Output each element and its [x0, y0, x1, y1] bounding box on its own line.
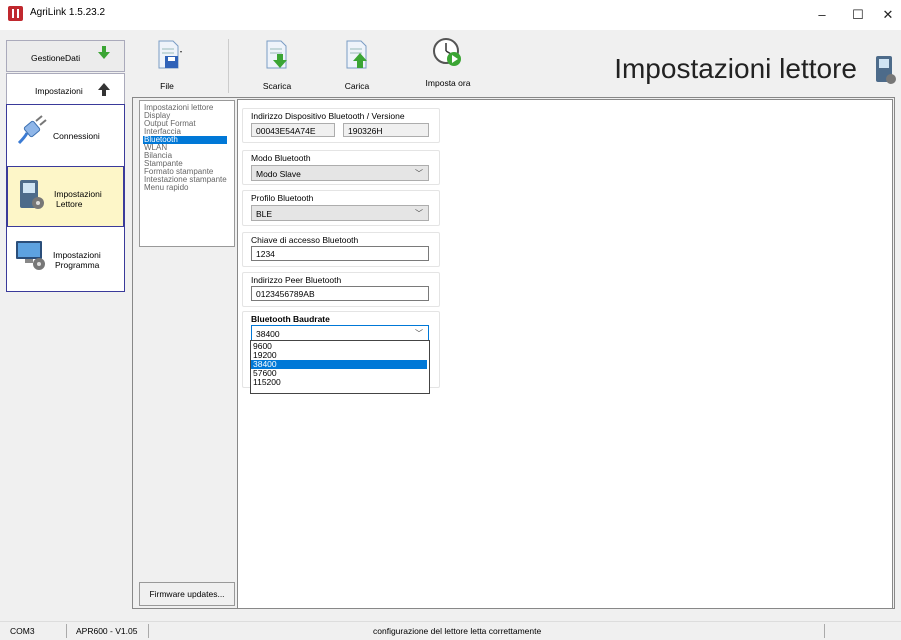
- bt-access-key-input[interactable]: 1234: [251, 246, 429, 261]
- baudrate-dropdown-list: 9600 19200 38400 57600 115200: [250, 340, 430, 394]
- profile-group: Profilo Bluetooth BLE ﹀: [242, 190, 440, 226]
- status-port: COM3: [10, 626, 35, 636]
- status-message: configurazione del lettore letta corrett…: [373, 626, 542, 636]
- mode-group: Modo Bluetooth Modo Slave ﹀: [242, 150, 440, 185]
- close-button[interactable]: ✕: [870, 0, 901, 30]
- nav-card-label-line1: Impostazioni: [54, 189, 102, 199]
- tab-label: GestioneDati: [31, 53, 81, 63]
- group-title: Profilo Bluetooth: [251, 193, 314, 203]
- minimize-button[interactable]: –: [804, 0, 840, 30]
- file-button[interactable]: File: [143, 35, 191, 97]
- title-bar: AgriLink 1.5.23.2 – ☐ ✕: [0, 0, 901, 30]
- bt-address-field: 00043E54A74E: [251, 123, 335, 137]
- file-save-icon: [158, 40, 182, 69]
- bt-mode-value: Modo Slave: [256, 169, 301, 179]
- arrow-down-icon: [98, 46, 110, 59]
- window-title: AgriLink 1.5.23.2: [30, 7, 106, 18]
- nav-card-label: Connessioni: [53, 131, 100, 141]
- tab-impostazioni[interactable]: Impostazioni: [6, 73, 125, 105]
- download-icon: [266, 40, 287, 69]
- status-device: APR600 - V1.05: [76, 626, 138, 636]
- app-logo-icon: [8, 6, 23, 21]
- scarica-button[interactable]: Scarica: [253, 35, 301, 97]
- status-divider: [824, 624, 825, 638]
- category-list: Impostazioni lettore Display Output Form…: [139, 100, 235, 247]
- computer-settings-icon: [16, 241, 45, 270]
- upload-icon: [346, 40, 367, 69]
- tab-label: Impostazioni: [35, 86, 83, 96]
- baudrate-option[interactable]: 19200: [251, 351, 427, 360]
- group-title: Indirizzo Dispositivo Bluetooth / Versio…: [251, 111, 405, 121]
- chevron-down-icon: ﹀: [415, 209, 423, 218]
- clock-icon: [433, 38, 461, 66]
- peer-address-group: Indirizzo Peer Bluetooth 0123456789AB: [242, 272, 440, 307]
- bt-profile-value: BLE: [256, 209, 273, 219]
- nav-card-label-line1: Impostazioni: [53, 250, 101, 260]
- plug-icon: [17, 115, 47, 145]
- reader-device-icon: [876, 56, 896, 84]
- bt-baudrate-value: 38400: [256, 329, 280, 339]
- bt-peer-address-input[interactable]: 0123456789AB: [251, 286, 429, 301]
- nav-card-connessioni[interactable]: Connessioni: [7, 105, 124, 166]
- toolbar: File Scarica Carica Imposta ora Impostaz…: [133, 35, 901, 97]
- group-title: Modo Bluetooth: [251, 153, 311, 163]
- group-title: Bluetooth Baudrate: [251, 314, 330, 324]
- nav-card-impostazioni-lettore[interactable]: Impostazioni Lettore: [7, 166, 124, 227]
- nav-card-impostazioni-programma[interactable]: Impostazioni Programma: [7, 228, 124, 289]
- page-title: Impostazioni lettore: [614, 53, 857, 84]
- bt-profile-select[interactable]: BLE ﹀: [251, 205, 429, 221]
- status-divider: [148, 624, 149, 638]
- imposta-ora-button[interactable]: Imposta ora: [418, 35, 478, 97]
- carica-button[interactable]: Carica: [333, 35, 381, 97]
- tab-gestione-dati[interactable]: GestioneDati: [6, 40, 125, 72]
- status-bar: COM3 APR600 - V1.05 configurazione del l…: [0, 621, 901, 640]
- carica-label: Carica: [344, 81, 370, 91]
- imposta-ora-label: Imposta ora: [425, 78, 471, 88]
- nav-card-label-line2: Programma: [55, 260, 100, 270]
- baudrate-option[interactable]: 115200: [251, 378, 427, 387]
- status-divider: [66, 624, 67, 638]
- group-title: Chiave di accesso Bluetooth: [251, 235, 359, 245]
- reader-settings-icon: [20, 180, 44, 209]
- firmware-updates-button[interactable]: Firmware updates...: [139, 582, 235, 606]
- bt-version-field: 190326H: [343, 123, 429, 137]
- arrow-up-icon: [98, 83, 110, 96]
- nav-card-label-line2: Lettore: [56, 199, 83, 209]
- bt-mode-select[interactable]: Modo Slave ﹀: [251, 165, 429, 181]
- address-version-group: Indirizzo Dispositivo Bluetooth / Versio…: [242, 108, 440, 143]
- file-button-label: File: [160, 81, 174, 91]
- access-key-group: Chiave di accesso Bluetooth 1234: [242, 232, 440, 267]
- category-item[interactable]: Menu rapido: [144, 184, 188, 192]
- settings-nav-panel: Connessioni Impostazioni Lettore Imposta…: [6, 104, 125, 292]
- toolbar-divider: [228, 39, 229, 93]
- group-title: Indirizzo Peer Bluetooth: [251, 275, 342, 285]
- baudrate-option[interactable]: 9600: [251, 342, 427, 351]
- chevron-down-icon: ﹀: [415, 169, 423, 178]
- baudrate-option-selected[interactable]: 38400: [251, 360, 427, 369]
- scarica-label: Scarica: [262, 81, 292, 91]
